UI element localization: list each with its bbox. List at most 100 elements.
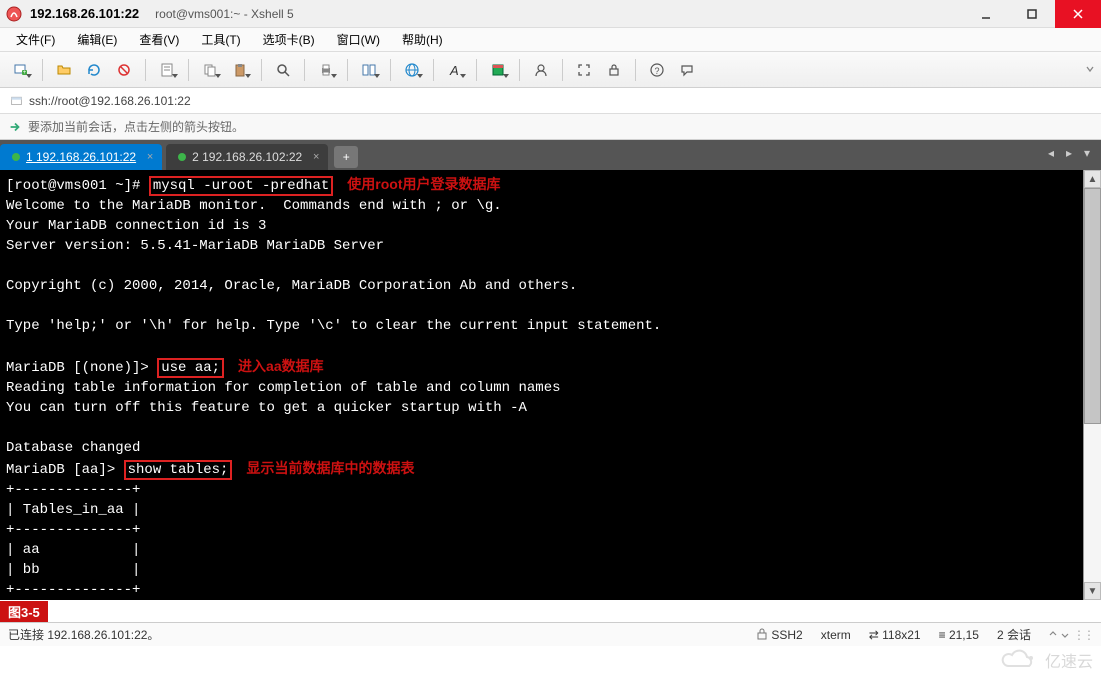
toolbar-separator [476, 59, 477, 81]
svg-text:+: + [23, 70, 27, 76]
title-bar: 192.168.26.101:22 root@vms001:~ - Xshell… [0, 0, 1101, 28]
term-line: +--------------+ [6, 522, 140, 538]
menu-tabs[interactable]: 选项卡(B) [257, 29, 321, 50]
address-text: ssh://root@192.168.26.101:22 [29, 94, 191, 108]
status-term: xterm [821, 628, 851, 642]
menu-window[interactable]: 窗口(W) [331, 29, 386, 50]
tab-bar: 1 192.168.26.101:22 × 2 192.168.26.102:2… [0, 140, 1101, 170]
toolbar-separator [433, 59, 434, 81]
term-line: +--------------+ [6, 582, 140, 598]
scroll-up-icon[interactable]: ▲ [1084, 170, 1101, 188]
tab-close-icon[interactable]: × [310, 151, 322, 163]
status-bar: 已连接 192.168.26.101:22。 SSH2 xterm ⇄ 118x… [0, 622, 1101, 646]
tab-close-icon[interactable]: × [144, 151, 156, 163]
toolbar-separator [145, 59, 146, 81]
help-icon[interactable]: ? [644, 57, 670, 83]
term-line: [root@vms001 ~]# mysql -uroot -predhat使用… [6, 178, 500, 194]
lock-status-icon [756, 628, 768, 640]
properties-icon[interactable] [154, 57, 180, 83]
find-icon[interactable] [270, 57, 296, 83]
toolbar-separator [519, 59, 520, 81]
term-line: You can turn off this feature to get a q… [6, 400, 527, 416]
highlighted-command: use aa; [157, 358, 224, 378]
font-icon[interactable]: A [442, 57, 468, 83]
tab-label: 1 192.168.26.101:22 [26, 150, 136, 164]
watermark-text: 亿速云 [1045, 648, 1093, 672]
menu-help[interactable]: 帮助(H) [396, 29, 449, 50]
close-button[interactable] [1055, 0, 1101, 28]
terminal-scrollbar[interactable]: ▲ ▼ [1083, 170, 1101, 600]
scroll-thumb[interactable] [1084, 188, 1101, 424]
tab-next-icon[interactable]: ▸ [1061, 146, 1077, 160]
lock-icon[interactable] [601, 57, 627, 83]
open-icon[interactable] [51, 57, 77, 83]
watermark: 亿速云 [997, 648, 1093, 672]
tab-session-2[interactable]: 2 192.168.26.102:22 × [166, 144, 328, 170]
tab-add-button[interactable]: + [334, 146, 358, 168]
layout-icon[interactable] [356, 57, 382, 83]
minimize-button[interactable] [963, 0, 1009, 28]
annotation: 使用root用户登录数据库 [347, 176, 500, 192]
toolbar-menu-icon[interactable] [1085, 63, 1101, 77]
annotation: 显示当前数据库中的数据表 [246, 460, 414, 476]
term-line: Reading table information for completion… [6, 380, 561, 396]
address-bar[interactable]: ssh://root@192.168.26.101:22 [0, 88, 1101, 114]
encoding-icon[interactable] [399, 57, 425, 83]
title-ip: 192.168.26.101:22 [30, 6, 139, 21]
term-line: Database changed [6, 440, 140, 456]
svg-text:A: A [449, 63, 459, 78]
highlighted-command: show tables; [124, 460, 233, 480]
paste-icon[interactable] [227, 57, 253, 83]
figure-label-row: 图3-5 [0, 600, 1101, 622]
print-icon[interactable] [313, 57, 339, 83]
menu-file[interactable]: 文件(F) [10, 29, 61, 50]
term-line: Welcome to the MariaDB monitor. Commands… [6, 198, 502, 214]
highlighted-command: mysql -uroot -predhat [149, 176, 333, 196]
status-pos: ≡ 21,15 [939, 628, 979, 642]
annotation: 进入aa数据库 [238, 358, 324, 374]
status-grip-icon: ⋮⋮ [1049, 628, 1093, 642]
maximize-button[interactable] [1009, 0, 1055, 28]
scroll-track[interactable] [1084, 188, 1101, 582]
fullscreen-icon[interactable] [571, 57, 597, 83]
term-line: Your MariaDB connection id is 3 [6, 218, 266, 234]
feedback-icon[interactable] [674, 57, 700, 83]
window-controls [963, 0, 1101, 28]
toolbar-separator [635, 59, 636, 81]
cloud-icon [997, 649, 1041, 671]
reconnect-icon[interactable] [81, 57, 107, 83]
tab-label: 2 192.168.26.102:22 [192, 150, 302, 164]
new-session-icon[interactable]: + [8, 57, 34, 83]
disconnect-icon[interactable] [111, 57, 137, 83]
menu-edit[interactable]: 编辑(E) [71, 29, 123, 50]
app-icon [6, 6, 22, 22]
term-line: | Tables_in_aa | [6, 502, 140, 518]
toolbar-separator [390, 59, 391, 81]
terminal-container: [root@vms001 ~]# mysql -uroot -predhat使用… [0, 170, 1101, 600]
toolbar-separator [188, 59, 189, 81]
copy-icon[interactable] [197, 57, 223, 83]
term-line: Type 'help;' or '\h' for help. Type '\c'… [6, 318, 661, 334]
tab-list-icon[interactable]: ▾ [1079, 146, 1095, 160]
toolbar-separator [347, 59, 348, 81]
toolbar: + A ? [0, 52, 1101, 88]
tab-session-1[interactable]: 1 192.168.26.101:22 × [0, 144, 162, 170]
term-line: | bb | [6, 562, 140, 578]
info-bar: 要添加当前会话，点击左侧的箭头按钮。 [0, 114, 1101, 140]
connection-status-icon [12, 153, 20, 161]
term-line: Copyright (c) 2000, 2014, Oracle, MariaD… [6, 278, 577, 294]
color-scheme-icon[interactable] [485, 57, 511, 83]
scroll-down-icon[interactable]: ▼ [1084, 582, 1101, 600]
tab-prev-icon[interactable]: ◂ [1043, 146, 1059, 160]
add-session-arrow-icon[interactable] [8, 120, 22, 134]
term-line: MariaDB [(none)]> use aa;进入aa数据库 [6, 360, 324, 376]
menu-view[interactable]: 查看(V) [133, 29, 185, 50]
figure-label: 图3-5 [0, 601, 48, 622]
menu-tools[interactable]: 工具(T) [195, 29, 246, 50]
toolbar-separator [304, 59, 305, 81]
terminal[interactable]: [root@vms001 ~]# mysql -uroot -predhat使用… [0, 170, 1101, 600]
term-line: MariaDB [aa]> show tables;显示当前数据库中的数据表 [6, 462, 414, 478]
user-icon[interactable] [528, 57, 554, 83]
term-line: | aa | [6, 542, 140, 558]
term-line: +--------------+ [6, 482, 140, 498]
